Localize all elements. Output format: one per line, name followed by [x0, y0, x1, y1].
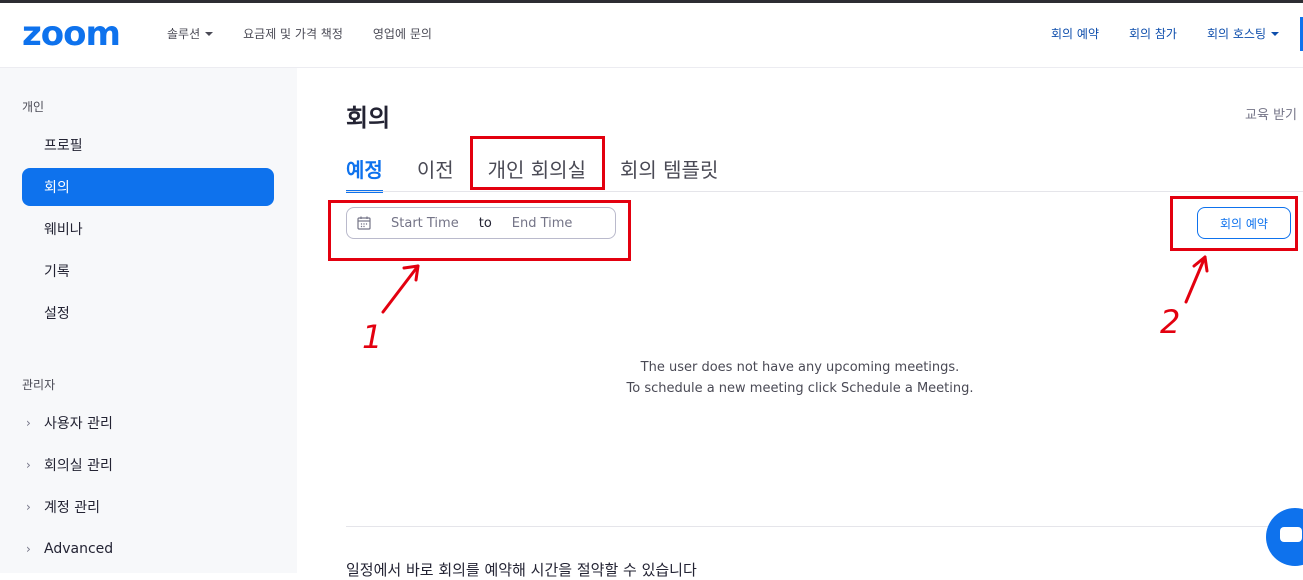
main-content: 회의 교육 받기 예정 이전 개인 회의실 회의 템플릿 Start Time … — [297, 68, 1303, 579]
chevron-down-icon — [1271, 31, 1279, 36]
feature-description: 일정에서 바로 회의를 예약해 시간을 절약할 수 있습니다 — [346, 561, 697, 579]
tab-previous[interactable]: 이전 — [417, 154, 454, 193]
tab-divider — [346, 191, 1303, 192]
chevron-down-icon — [205, 31, 214, 36]
nav-contact-sales[interactable]: 영업에 문의 — [373, 25, 432, 42]
sidebar-section-personal: 개인 — [22, 100, 45, 114]
sidebar-item-recordings[interactable]: 기록 — [22, 252, 274, 290]
content-divider — [346, 526, 1303, 527]
page-title: 회의 — [346, 104, 391, 132]
chevron-right-icon: › — [26, 458, 31, 472]
sidebar-item-advanced[interactable]: › Advanced — [22, 530, 274, 568]
sidebar-item-account-management[interactable]: › 계정 관리 — [22, 488, 274, 526]
annotation-label-2: 2 — [1160, 303, 1181, 341]
chat-bubble-icon — [1280, 527, 1302, 542]
chevron-right-icon: › — [26, 500, 31, 514]
empty-message-line2: To schedule a new meeting click Schedule… — [626, 381, 974, 396]
sidebar-item-room-management[interactable]: › 회의실 관리 — [22, 446, 274, 484]
empty-message-line1: The user does not have any upcoming meet… — [640, 360, 960, 375]
zoom-logo[interactable]: zoom — [22, 14, 134, 54]
training-link[interactable]: 교육 받기 — [1245, 104, 1297, 123]
top-header: zoom 솔루션 요금제 및 가격 책정 영업에 문의 회의 예약 회의 참가 … — [0, 3, 1303, 68]
nav-left: 솔루션 요금제 및 가격 책정 영업에 문의 — [167, 25, 462, 42]
nav-right: 회의 예약 회의 참가 회의 호스팅 — [1021, 25, 1279, 42]
sidebar-section-admin: 관리자 — [22, 378, 56, 392]
nav-pricing[interactable]: 요금제 및 가격 책정 — [243, 25, 343, 42]
sidebar: 개인 프로필 회의 웨비나 기록 설정 관리자 › 사용자 관리 › 회의실 관리 … — [0, 68, 297, 573]
annotation-box-personal-room — [470, 136, 605, 190]
nav-schedule-meeting[interactable]: 회의 예약 — [1051, 25, 1099, 42]
nav-join-meeting[interactable]: 회의 참가 — [1129, 25, 1177, 42]
annotation-label-1: 1 — [362, 318, 383, 356]
sidebar-item-profile[interactable]: 프로필 — [22, 126, 274, 164]
tab-upcoming[interactable]: 예정 — [346, 154, 383, 193]
chevron-right-icon: › — [26, 416, 31, 430]
sidebar-item-settings[interactable]: 설정 — [22, 294, 274, 332]
tab-meeting-templates[interactable]: 회의 템플릿 — [620, 154, 718, 193]
nav-host-meeting[interactable]: 회의 호스팅 — [1207, 25, 1279, 42]
annotation-box-schedule-button — [1170, 196, 1298, 251]
nav-solutions[interactable]: 솔루션 — [167, 25, 214, 42]
sidebar-item-user-management[interactable]: › 사용자 관리 — [22, 404, 274, 442]
chevron-right-icon: › — [26, 542, 31, 556]
annotation-box-date-range — [328, 200, 631, 261]
sidebar-item-meetings[interactable]: 회의 — [22, 168, 274, 206]
svg-text:zoom: zoom — [22, 14, 120, 54]
sidebar-item-webinars[interactable]: 웨비나 — [22, 210, 274, 248]
